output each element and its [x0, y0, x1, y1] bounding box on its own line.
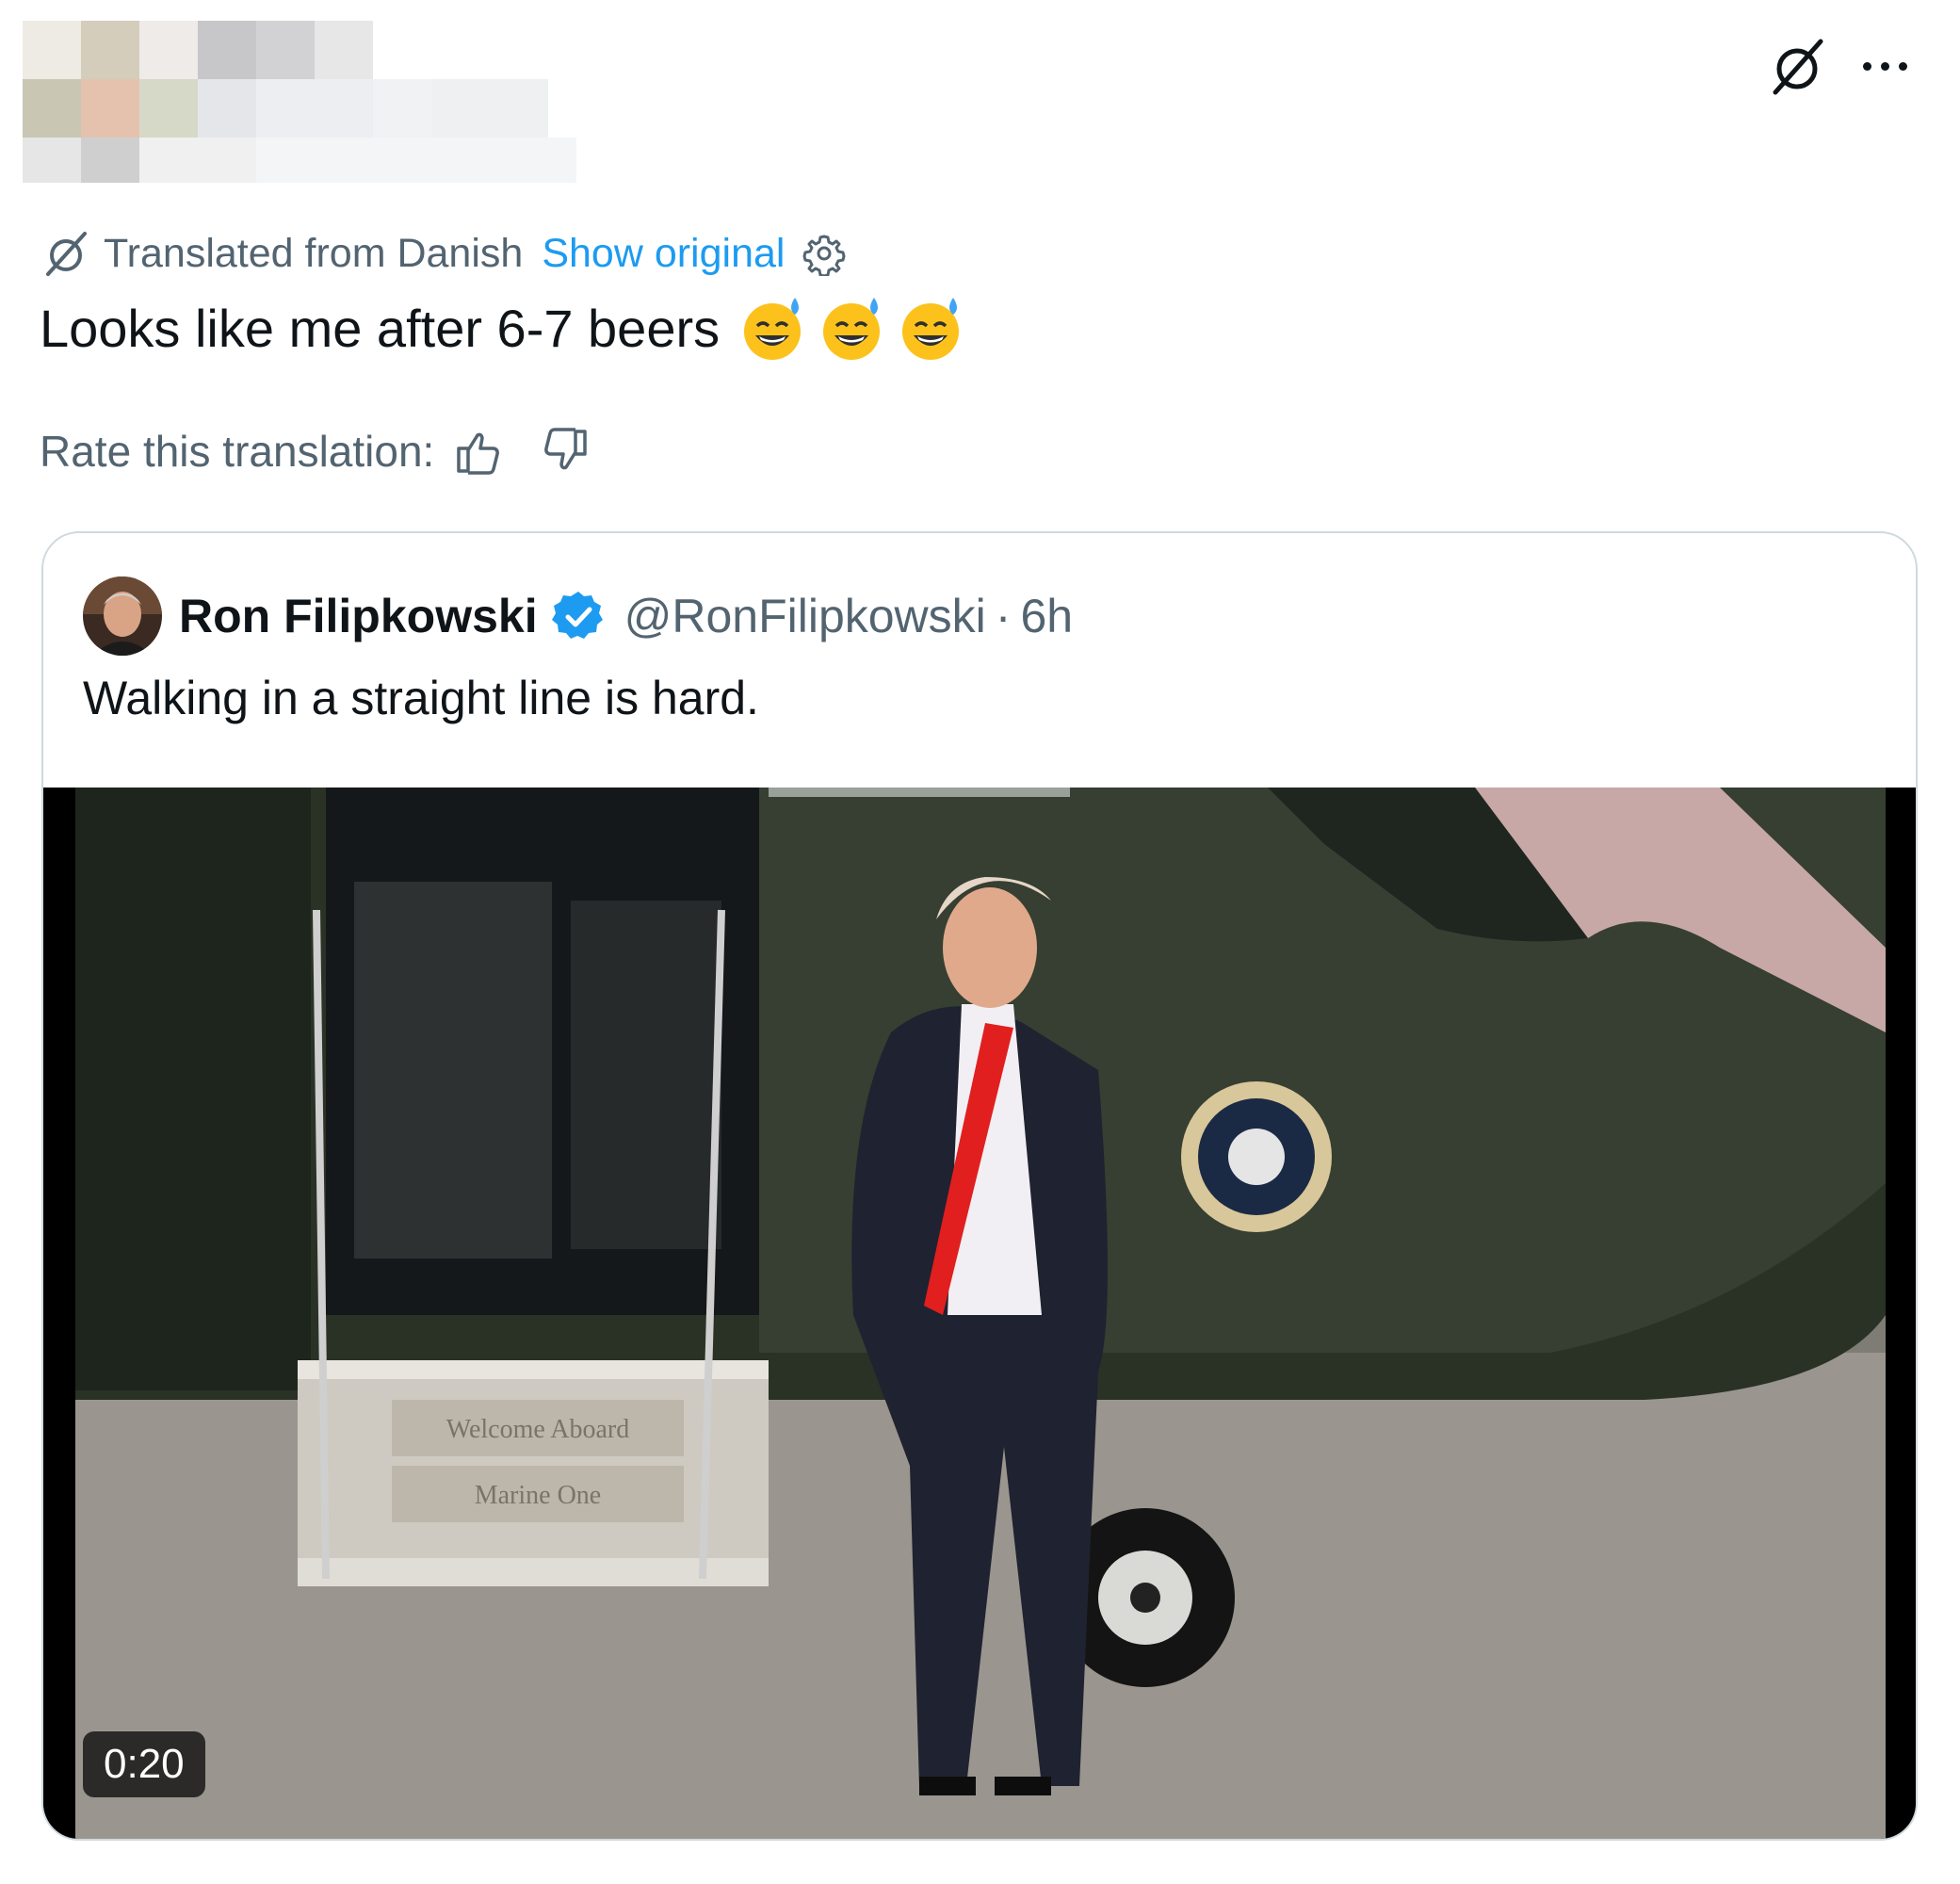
- thumbs-down-icon[interactable]: [540, 426, 591, 477]
- quoted-author-handle[interactable]: @RonFilipkowski: [624, 589, 986, 643]
- gear-icon[interactable]: [802, 231, 847, 276]
- video-thumbnail: Welcome Aboard Marine One: [43, 788, 1916, 1839]
- translation-info-row: Translated from Danish Show original: [41, 226, 847, 281]
- rate-translation-row: Rate this translation:: [40, 426, 591, 477]
- more-options-icon[interactable]: [1863, 57, 1920, 75]
- thumbs-up-icon[interactable]: [453, 426, 504, 477]
- sweat-smile-emoji-icon: [744, 298, 802, 360]
- video-player[interactable]: Welcome Aboard Marine One 0:20: [43, 788, 1916, 1839]
- avatar[interactable]: [83, 577, 162, 656]
- rate-translation-label: Rate this translation:: [40, 427, 435, 476]
- quoted-author-name[interactable]: Ron Filipkowski: [179, 589, 538, 643]
- sweat-smile-emoji-icon: [902, 298, 960, 360]
- tweet-text: Looks like me after 6-7 beers: [40, 298, 721, 358]
- quoted-tweet-header: Ron Filipkowski @RonFilipkowski · 6h: [83, 577, 1073, 656]
- separator-dot: ·: [995, 590, 1012, 642]
- quoted-tweet-text: Walking in a straight line is hard.: [83, 672, 759, 724]
- emoji-group: [740, 294, 966, 362]
- translate-icon[interactable]: [1766, 36, 1828, 98]
- tweet-body: Looks like me after 6-7 beers: [40, 294, 966, 362]
- video-duration-badge: 0:20: [83, 1731, 205, 1797]
- quoted-tweet-card[interactable]: Ron Filipkowski @RonFilipkowski · 6h Wal…: [41, 531, 1918, 1841]
- verified-badge-icon: [551, 592, 603, 639]
- translate-icon: [46, 232, 87, 276]
- show-original-link[interactable]: Show original: [542, 231, 785, 277]
- translated-from-label: Translated from Danish: [104, 230, 524, 276]
- stair-sign-line1: Welcome Aboard: [446, 1415, 629, 1444]
- stair-sign-line2: Marine One: [475, 1481, 602, 1510]
- quoted-timestamp[interactable]: 6h: [1020, 589, 1073, 643]
- sweat-smile-emoji-icon: [823, 298, 881, 360]
- blurred-author-header: [23, 21, 578, 183]
- tweet-page: Translated from Danish Show original Loo…: [0, 0, 1960, 1884]
